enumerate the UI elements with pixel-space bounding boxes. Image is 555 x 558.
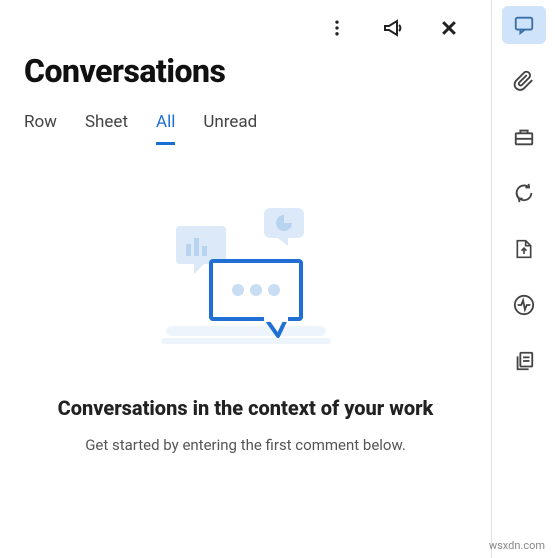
right-sidebar bbox=[491, 0, 555, 558]
sidebar-item-copy[interactable] bbox=[502, 342, 546, 380]
attachments-icon bbox=[513, 70, 535, 92]
announcements-button[interactable] bbox=[375, 10, 411, 46]
sidebar-item-conversations[interactable] bbox=[502, 6, 546, 44]
close-icon bbox=[439, 18, 459, 38]
sidebar-item-activity[interactable] bbox=[502, 286, 546, 324]
tab-unread[interactable]: Unread bbox=[203, 112, 257, 145]
tab-row[interactable]: Row bbox=[24, 112, 57, 145]
export-icon bbox=[514, 238, 534, 260]
empty-state: Conversations in the context of your wor… bbox=[24, 186, 467, 534]
conversations-icon bbox=[513, 14, 535, 36]
empty-state-title: Conversations in the context of your wor… bbox=[58, 396, 434, 420]
tab-sheet[interactable]: Sheet bbox=[85, 112, 128, 145]
close-button[interactable] bbox=[431, 10, 467, 46]
sidebar-item-attachments[interactable] bbox=[502, 62, 546, 100]
empty-conversations-illustration bbox=[146, 196, 346, 376]
refresh-icon bbox=[513, 182, 535, 204]
sidebar-item-briefcase[interactable] bbox=[502, 118, 546, 156]
tabs-container: Row Sheet All Unread bbox=[24, 112, 467, 146]
megaphone-icon bbox=[381, 16, 405, 40]
main-panel: Conversations Row Sheet All Unread bbox=[0, 0, 491, 558]
more-menu-button[interactable] bbox=[319, 10, 355, 46]
copy-icon bbox=[513, 350, 535, 372]
briefcase-icon bbox=[513, 126, 535, 148]
sidebar-item-refresh[interactable] bbox=[502, 174, 546, 212]
watermark: wsxdn.com bbox=[489, 539, 545, 552]
empty-state-subtitle: Get started by entering the first commen… bbox=[85, 436, 406, 454]
more-vertical-icon bbox=[327, 18, 347, 38]
activity-icon bbox=[513, 294, 535, 316]
tab-all[interactable]: All bbox=[156, 112, 175, 145]
header-actions bbox=[24, 8, 467, 48]
page-title: Conversations bbox=[24, 52, 467, 90]
sidebar-item-export[interactable] bbox=[502, 230, 546, 268]
